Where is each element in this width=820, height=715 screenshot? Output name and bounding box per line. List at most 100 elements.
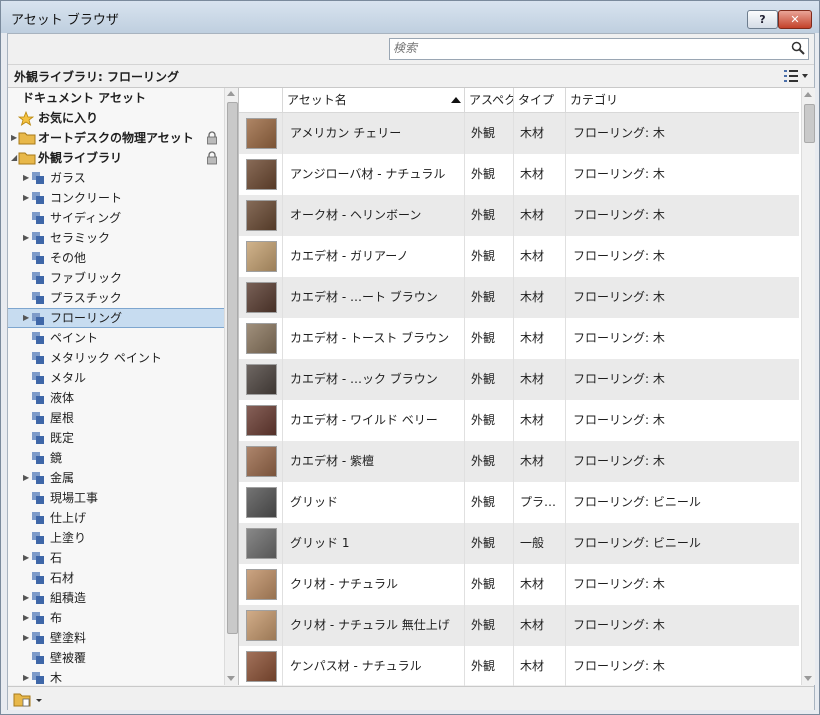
asset-name-cell: クリ材 - ナチュラル bbox=[283, 564, 465, 605]
category-cell: フローリング: 木 bbox=[573, 126, 665, 140]
aspect-cell: 外観 bbox=[465, 318, 514, 359]
tree-item[interactable]: ▶ 壁塗料 bbox=[8, 628, 224, 648]
tree-scroll-thumb[interactable] bbox=[227, 102, 238, 634]
table-row[interactable]: アメリカン チェリー 外観 木材 フローリング: 木 bbox=[239, 113, 799, 154]
tree-item[interactable]: サイディング bbox=[8, 208, 224, 228]
collapse-arrow-icon[interactable]: ◢ bbox=[11, 148, 17, 168]
scroll-down-icon[interactable] bbox=[804, 676, 812, 681]
table-row[interactable]: カエデ材 - ワイルド ベリー 外観 木材 フローリング: 木 bbox=[239, 400, 799, 441]
tree-item[interactable]: 上塗り bbox=[8, 528, 224, 548]
scroll-up-icon[interactable] bbox=[227, 91, 235, 96]
tree-item-label: ペイント bbox=[50, 331, 99, 345]
expand-arrow-icon[interactable]: ▶ bbox=[23, 628, 29, 648]
tree-item[interactable]: ◢ 外観ライブラリ bbox=[8, 148, 224, 168]
column-header-aspect[interactable]: アスペク bbox=[465, 88, 514, 112]
asset-name-cell: グリッド bbox=[283, 482, 465, 523]
tree-item[interactable]: ペイント bbox=[8, 328, 224, 348]
table-row[interactable]: カエデ材 - トースト ブラウン 外観 木材 フローリング: 木 bbox=[239, 318, 799, 359]
table-row[interactable]: グリッド 1 外観 一般 フローリング: ビニール bbox=[239, 523, 799, 564]
tree-item[interactable]: ▶ 布 bbox=[8, 608, 224, 628]
tree-item[interactable]: 仕上げ bbox=[8, 508, 224, 528]
table-row[interactable]: グリッド 外観 プラ… フローリング: ビニール bbox=[239, 482, 799, 523]
column-header-type[interactable]: タイプ bbox=[514, 88, 566, 112]
tree-item[interactable]: 壁被覆 bbox=[8, 648, 224, 668]
type-cell: 一般 bbox=[514, 523, 566, 564]
tree-item-label: セラミック bbox=[50, 231, 111, 245]
expand-arrow-icon[interactable]: ▶ bbox=[23, 168, 29, 188]
expand-arrow-icon[interactable]: ▶ bbox=[23, 588, 29, 608]
expand-arrow-icon[interactable]: ▶ bbox=[23, 188, 29, 208]
table-row[interactable]: ケンパス材 - ナチュラル 外観 木材 フローリング: 木 bbox=[239, 646, 799, 687]
type-cell: 木材 bbox=[514, 564, 566, 605]
expand-arrow-icon[interactable]: ▶ bbox=[23, 608, 29, 628]
library-icon bbox=[32, 452, 44, 464]
tree-item[interactable]: ▶ セラミック bbox=[8, 228, 224, 248]
tree-item[interactable]: ▶ 木 bbox=[8, 668, 224, 685]
tree-item[interactable]: お気に入り bbox=[8, 108, 224, 128]
aspect-cell: 外観 bbox=[465, 441, 514, 482]
tree-item[interactable]: メタリック ペイント bbox=[8, 348, 224, 368]
library-icon bbox=[32, 512, 44, 524]
tree-item[interactable]: 既定 bbox=[8, 428, 224, 448]
aspect-cell: 外観 bbox=[465, 359, 514, 400]
table-row[interactable]: オーク材 - ヘリンボーン 外観 木材 フローリング: 木 bbox=[239, 195, 799, 236]
list-scrollbar[interactable] bbox=[801, 88, 815, 685]
expand-arrow-icon[interactable]: ▶ bbox=[23, 309, 29, 327]
tree-item[interactable]: ▶ 石 bbox=[8, 548, 224, 568]
scroll-up-icon[interactable] bbox=[804, 92, 812, 97]
search-input[interactable] bbox=[393, 40, 778, 56]
search-icon[interactable] bbox=[791, 41, 805, 55]
view-options-icon[interactable] bbox=[782, 68, 810, 84]
expand-arrow-icon[interactable]: ▶ bbox=[23, 668, 29, 685]
tree-item[interactable]: その他 bbox=[8, 248, 224, 268]
tree-item-label: 金属 bbox=[50, 471, 75, 485]
tree-item[interactable]: 液体 bbox=[8, 388, 224, 408]
folder-icon bbox=[18, 152, 36, 165]
table-row[interactable]: アンジローバ材 - ナチュラル 外観 木材 フローリング: 木 bbox=[239, 154, 799, 195]
tree-item[interactable]: 鏡 bbox=[8, 448, 224, 468]
expand-arrow-icon[interactable]: ▶ bbox=[23, 468, 29, 488]
close-button[interactable]: ✕ bbox=[778, 10, 812, 29]
tree-item[interactable]: 屋根 bbox=[8, 408, 224, 428]
tree-item[interactable]: ▶ 金属 bbox=[8, 468, 224, 488]
material-swatch bbox=[246, 610, 277, 641]
tree-scrollbar[interactable] bbox=[224, 88, 238, 685]
category-cell: フローリング: ビニール bbox=[573, 536, 701, 550]
tree-item[interactable]: ▶ オートデスクの物理アセット bbox=[8, 128, 224, 148]
tree-item[interactable]: ▶ ガラス bbox=[8, 168, 224, 188]
tree-item-label: フローリング bbox=[50, 311, 123, 325]
table-row[interactable]: カエデ材 - …ート ブラウン 外観 木材 フローリング: 木 bbox=[239, 277, 799, 318]
expand-arrow-icon[interactable]: ▶ bbox=[23, 548, 29, 568]
tree-item[interactable]: 現場工事 bbox=[8, 488, 224, 508]
table-row[interactable]: カエデ材 - 紫檀 外観 木材 フローリング: 木 bbox=[239, 441, 799, 482]
table-row[interactable]: カエデ材 - …ック ブラウン 外観 木材 フローリング: 木 bbox=[239, 359, 799, 400]
library-menu-icon[interactable] bbox=[13, 690, 45, 708]
help-button[interactable]: ? bbox=[747, 10, 778, 29]
aspect-cell: 外観 bbox=[465, 564, 514, 605]
tree-item[interactable]: ▶ コンクリート bbox=[8, 188, 224, 208]
tree-item[interactable]: ▶ 組積造 bbox=[8, 588, 224, 608]
column-header-asset-name[interactable]: アセット名 bbox=[283, 88, 465, 112]
library-tree-panel: ドキュメント アセット お気に入り ▶ オートデスクの物理アセット ◢ 外観ライブラリ ▶ ガ… bbox=[8, 88, 239, 685]
column-header-category[interactable]: カテゴリ bbox=[566, 88, 799, 112]
tree-item[interactable]: プラスチック bbox=[8, 288, 224, 308]
column-header-thumbnail[interactable] bbox=[239, 88, 283, 112]
material-swatch bbox=[246, 282, 277, 313]
scroll-down-icon[interactable] bbox=[227, 676, 235, 681]
table-row[interactable]: クリ材 - ナチュラル 外観 木材 フローリング: 木 bbox=[239, 564, 799, 605]
tree-item[interactable]: メタル bbox=[8, 368, 224, 388]
expand-arrow-icon[interactable]: ▶ bbox=[23, 228, 29, 248]
expand-arrow-icon[interactable]: ▶ bbox=[11, 128, 17, 148]
tree-item[interactable]: ▶ フローリング bbox=[8, 308, 224, 328]
aspect-cell: 外観 bbox=[465, 646, 514, 687]
tree-item[interactable]: ファブリック bbox=[8, 268, 224, 288]
table-row[interactable]: カエデ材 - ガリアーノ 外観 木材 フローリング: 木 bbox=[239, 236, 799, 277]
list-scroll-thumb[interactable] bbox=[804, 104, 815, 143]
search-box[interactable] bbox=[389, 38, 809, 60]
table-row[interactable]: クリ材 - ナチュラル 無仕上げ 外観 木材 フローリング: 木 bbox=[239, 605, 799, 646]
tree-item-label: 現場工事 bbox=[50, 491, 99, 505]
tree-item[interactable]: 石材 bbox=[8, 568, 224, 588]
asset-name-cell: アンジローバ材 - ナチュラル bbox=[283, 154, 465, 195]
tree-item[interactable]: ドキュメント アセット bbox=[8, 88, 224, 108]
aspect-cell: 外観 bbox=[465, 523, 514, 564]
